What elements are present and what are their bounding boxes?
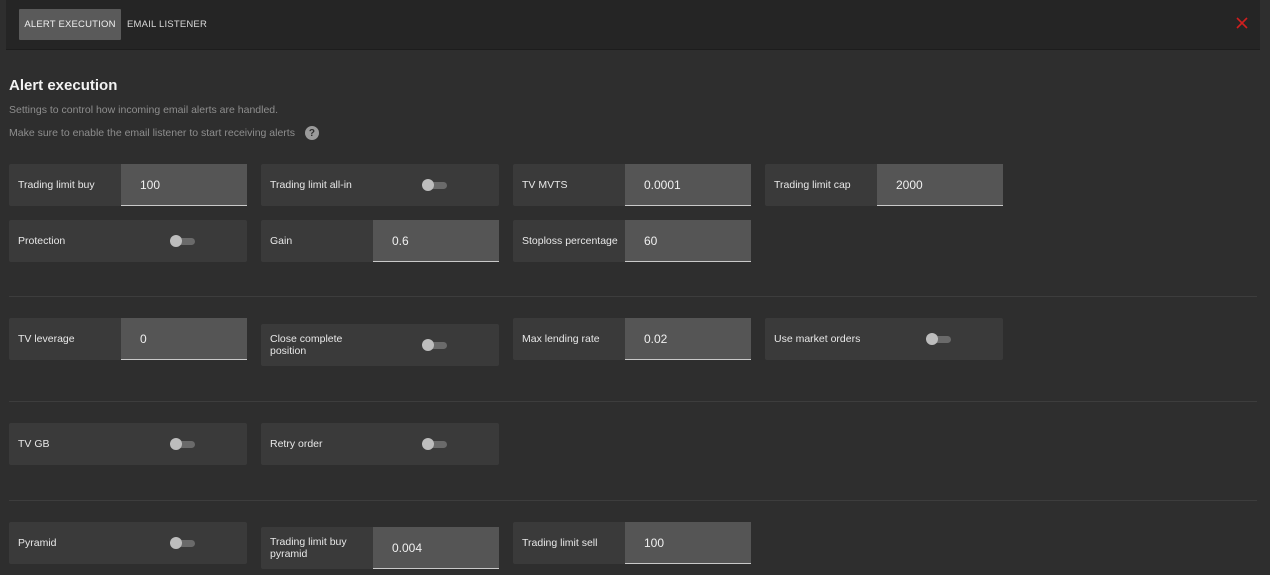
protection-toggle[interactable] bbox=[170, 235, 196, 247]
page-subtitle: Settings to control how incoming email a… bbox=[9, 104, 279, 116]
setting-trading-limit-cap: Trading limit cap bbox=[765, 164, 1003, 206]
close-complete-position-toggle[interactable] bbox=[422, 339, 448, 351]
alert-execution-page: ALERT EXECUTION EMAIL LISTENER Alert exe… bbox=[0, 0, 1270, 575]
setting-label: Close complete position bbox=[270, 333, 343, 357]
setting-label: Trading limit sell bbox=[522, 537, 598, 549]
setting-trading-limit-all-in: Trading limit all-in bbox=[261, 164, 499, 206]
tv-mvts-input[interactable] bbox=[625, 164, 751, 206]
trading-limit-sell-input[interactable] bbox=[625, 522, 751, 564]
page-title: Alert execution bbox=[9, 77, 118, 94]
setting-label: Use market orders bbox=[774, 333, 861, 345]
setting-tv-gb: TV GB bbox=[9, 423, 247, 465]
max-lending-rate-input[interactable] bbox=[625, 318, 751, 360]
page-note-text: Make sure to enable the email listener t… bbox=[9, 127, 295, 139]
tv-gb-toggle[interactable] bbox=[170, 438, 196, 450]
setting-label: Trading limit buy pyramid bbox=[270, 536, 347, 560]
setting-label: Protection bbox=[18, 235, 66, 247]
question-mark-icon[interactable]: ? bbox=[304, 126, 319, 140]
use-market-orders-toggle[interactable] bbox=[926, 333, 952, 345]
setting-label: Max lending rate bbox=[522, 333, 600, 345]
stoploss-percentage-input[interactable] bbox=[625, 220, 751, 262]
gain-input[interactable] bbox=[373, 220, 499, 262]
setting-use-market-orders: Use market orders bbox=[765, 318, 1003, 360]
retry-order-toggle[interactable] bbox=[422, 438, 448, 450]
setting-trading-limit-buy: Trading limit buy bbox=[9, 164, 247, 206]
pyramid-toggle[interactable] bbox=[170, 537, 196, 549]
setting-label: Stoploss percentage bbox=[522, 235, 618, 247]
setting-tv-leverage: TV leverage bbox=[9, 318, 247, 360]
setting-label: Retry order bbox=[270, 438, 323, 450]
trading-limit-buy-input[interactable] bbox=[121, 164, 247, 206]
trading-limit-buy-pyramid-input[interactable] bbox=[373, 527, 499, 569]
setting-stoploss-percentage: Stoploss percentage bbox=[513, 220, 751, 262]
section-divider bbox=[9, 500, 1257, 501]
setting-label: Trading limit cap bbox=[774, 179, 851, 191]
tab-bar: ALERT EXECUTION EMAIL LISTENER bbox=[6, 0, 1260, 50]
setting-protection: Protection bbox=[9, 220, 247, 262]
setting-label: TV GB bbox=[18, 438, 50, 450]
setting-tv-mvts: TV MVTS bbox=[513, 164, 751, 206]
setting-label: Trading limit all-in bbox=[270, 179, 352, 191]
trading-limit-cap-input[interactable] bbox=[877, 164, 1003, 206]
page-note: Make sure to enable the email listener t… bbox=[9, 126, 319, 140]
trading-limit-all-in-toggle[interactable] bbox=[422, 179, 448, 191]
close-icon bbox=[1236, 17, 1248, 29]
tab-alert-execution[interactable]: ALERT EXECUTION bbox=[19, 9, 121, 40]
section-divider bbox=[9, 296, 1257, 297]
setting-trading-limit-sell: Trading limit sell bbox=[513, 522, 751, 564]
tv-leverage-input[interactable] bbox=[121, 318, 247, 360]
setting-label: Pyramid bbox=[18, 537, 57, 549]
setting-label: Gain bbox=[270, 235, 293, 247]
setting-trading-limit-buy-pyramid: Trading limit buy pyramid bbox=[261, 527, 499, 569]
setting-retry-order: Retry order bbox=[261, 423, 499, 465]
setting-label: TV leverage bbox=[18, 333, 75, 345]
close-button[interactable] bbox=[1232, 13, 1252, 33]
setting-gain: Gain bbox=[261, 220, 499, 262]
setting-max-lending-rate: Max lending rate bbox=[513, 318, 751, 360]
setting-close-complete-position: Close complete position bbox=[261, 324, 499, 366]
setting-label: TV MVTS bbox=[522, 179, 568, 191]
setting-pyramid: Pyramid bbox=[9, 522, 247, 564]
tab-email-listener[interactable]: EMAIL LISTENER bbox=[126, 9, 208, 40]
section-divider bbox=[9, 401, 1257, 402]
setting-label: Trading limit buy bbox=[18, 179, 95, 191]
